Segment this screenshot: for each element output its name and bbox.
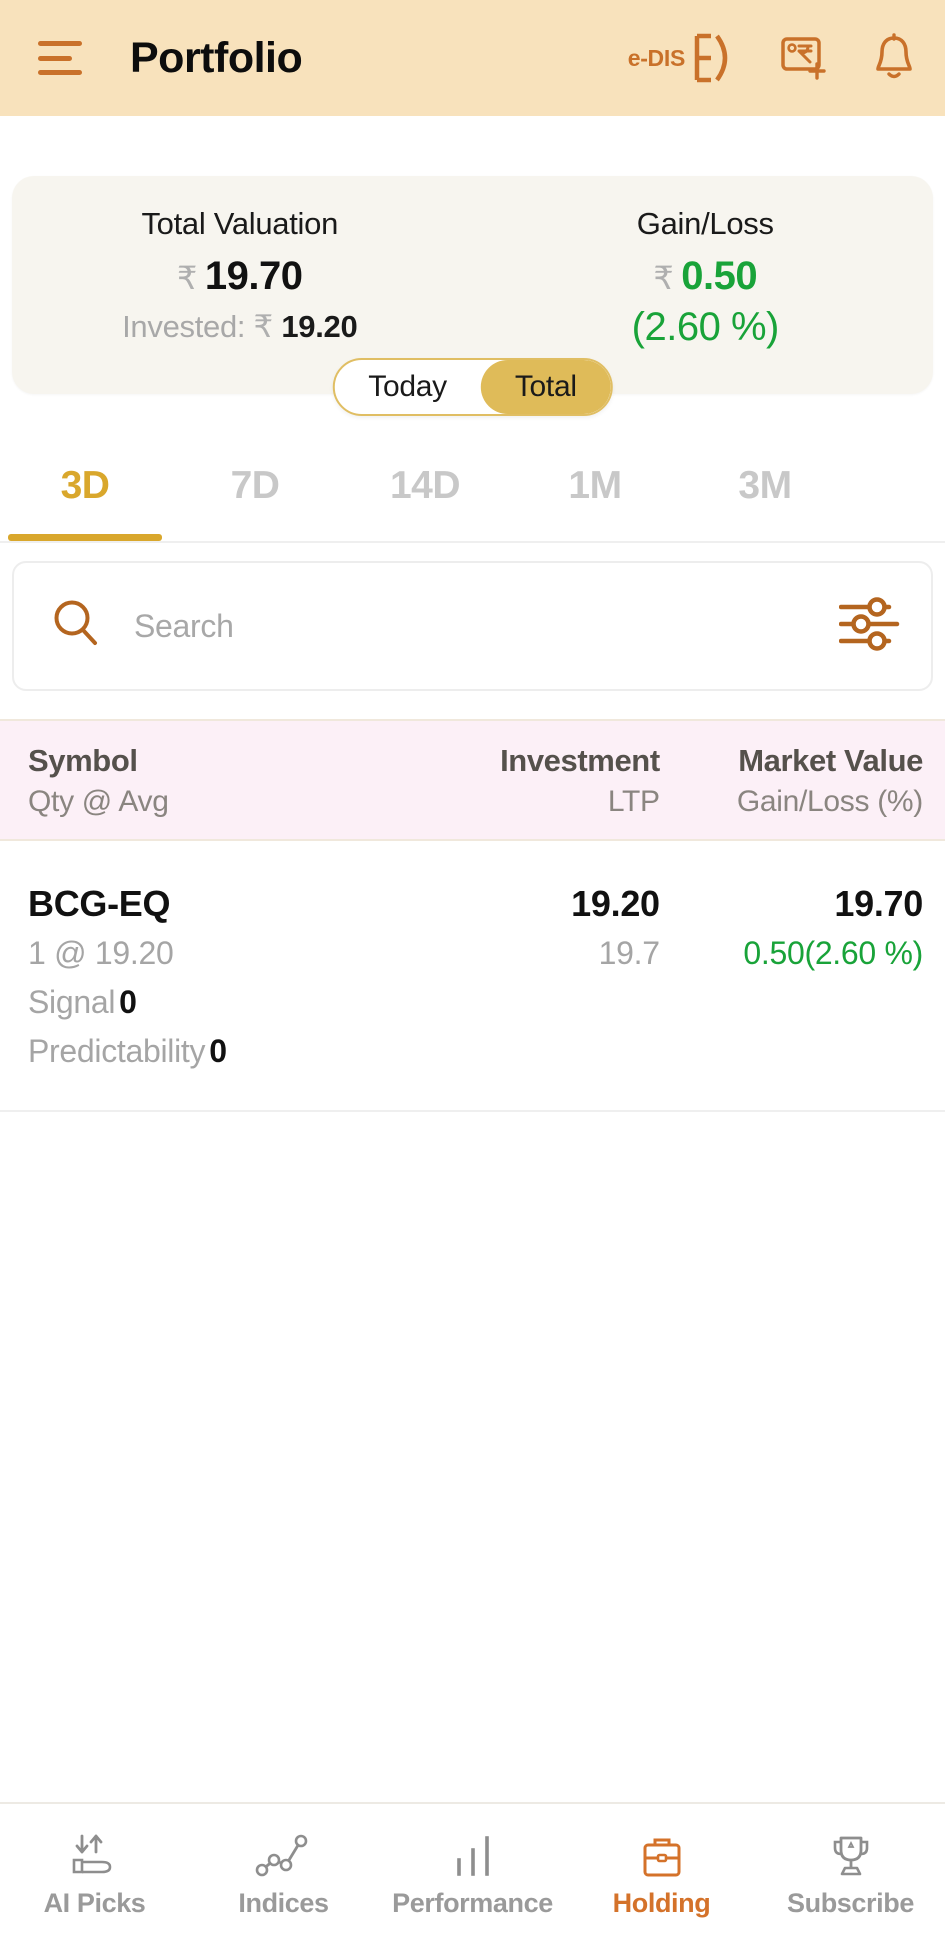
rupee-symbol: ₹: [177, 260, 197, 296]
row-symbol: BCG-EQ: [28, 883, 171, 924]
notification-bell-icon[interactable]: [871, 33, 917, 83]
portfolio-summary-card: Total Valuation ₹19.70 Invested: ₹ 19.20…: [12, 176, 934, 416]
total-valuation-block: Total Valuation ₹19.70 Invested: ₹ 19.20: [12, 206, 478, 350]
gain-loss-label: Gain/Loss: [636, 206, 774, 241]
gain-loss-percent: (2.60 %): [631, 305, 780, 349]
hamburger-menu-icon[interactable]: [38, 41, 82, 75]
page-title: Portfolio: [130, 33, 303, 82]
subscribe-trophy-icon: [827, 1832, 875, 1880]
row-market-value: 19.70: [834, 883, 923, 924]
nav-label-holding: Holding: [612, 1888, 711, 1918]
performance-bar-chart-icon: [449, 1832, 497, 1880]
nav-item-indices[interactable]: Indices: [189, 1804, 378, 1937]
header-actions: e-DIS: [628, 32, 917, 84]
invested-amount: 19.20: [281, 309, 358, 344]
invested-label: Invested:: [122, 309, 246, 344]
summary-section: Total Valuation ₹19.70 Invested: ₹ 19.20…: [0, 116, 945, 416]
nav-item-performance[interactable]: Performance: [378, 1804, 567, 1937]
column-market-value-label: Market Value: [738, 743, 923, 778]
row-predictability-label: Predictability: [28, 1033, 206, 1069]
indices-line-chart-icon: [255, 1832, 313, 1880]
edis-bracket-icon: [691, 32, 737, 84]
tab-3d[interactable]: 3D: [0, 430, 170, 541]
table-row[interactable]: BCG-EQ 1 @ 19.20 Signal 0 Predictability 0…: [0, 841, 945, 1112]
nav-item-ai-picks[interactable]: AI Picks: [0, 1804, 189, 1937]
row-investment-cell: 19.20 19.7: [409, 883, 660, 1070]
nav-label-ai-picks: AI Picks: [43, 1888, 146, 1918]
column-market-value-sublabel: Gain/Loss (%): [736, 785, 923, 818]
row-predictability-value: 0: [209, 1033, 227, 1069]
row-predictability: Predictability 0: [28, 1033, 227, 1070]
row-ltp: 19.7: [598, 935, 660, 971]
nav-item-subscribe[interactable]: Subscribe: [756, 1804, 945, 1937]
rupee-symbol: ₹: [653, 260, 674, 296]
gain-loss-block: Gain/Loss ₹0.50 (2.60 %): [478, 206, 934, 350]
add-funds-rupee-icon[interactable]: [779, 34, 829, 82]
row-qty-at-avg: 1 @ 19.20: [28, 935, 174, 971]
tab-1m[interactable]: 1M: [510, 430, 680, 541]
row-signal: Signal 0: [28, 984, 137, 1021]
search-section: [0, 543, 945, 691]
search-box[interactable]: [12, 561, 933, 691]
row-symbol-cell: BCG-EQ 1 @ 19.20 Signal 0 Predictability 0: [28, 883, 409, 1070]
total-valuation-value: ₹19.70: [12, 254, 468, 299]
column-symbol-sublabel: Qty @ Avg: [28, 785, 169, 818]
tab-14d[interactable]: 14D: [340, 430, 510, 541]
total-valuation-amount: 19.70: [204, 254, 303, 298]
gain-loss-amount: 0.50: [681, 254, 758, 298]
rupee-symbol: ₹: [253, 309, 274, 344]
holdings-list: BCG-EQ 1 @ 19.20 Signal 0 Predictability 0…: [0, 841, 945, 1112]
hamburger-line: [38, 70, 82, 75]
edis-button[interactable]: e-DIS: [628, 32, 737, 84]
edis-label: e-DIS: [627, 44, 686, 71]
nav-label-indices: Indices: [238, 1888, 329, 1918]
nav-label-performance: Performance: [392, 1888, 553, 1918]
toggle-option-total[interactable]: Total: [480, 360, 611, 414]
search-input[interactable]: [134, 607, 839, 645]
nav-label-subscribe: Subscribe: [787, 1888, 914, 1918]
column-investment-label: Investment: [500, 743, 660, 778]
column-symbol[interactable]: Symbol Qty @ Avg: [28, 743, 409, 819]
hamburger-line: [38, 55, 72, 61]
row-market-value-cell: 19.70 0.50(2.60 %): [660, 883, 923, 1070]
holdings-table-header: Symbol Qty @ Avg Investment LTP Market V…: [0, 719, 945, 841]
row-signal-label: Signal: [28, 984, 116, 1020]
row-investment: 19.20: [571, 883, 660, 924]
row-signal-value: 0: [119, 984, 137, 1020]
hamburger-line: [38, 41, 82, 46]
column-investment-sublabel: LTP: [607, 785, 660, 818]
row-gain-loss: 0.50(2.60 %): [743, 935, 923, 971]
column-investment[interactable]: Investment LTP: [409, 743, 660, 819]
gain-loss-value: ₹0.50: [478, 254, 934, 299]
app-header: Portfolio e-DIS: [0, 0, 945, 116]
filter-sliders-icon[interactable]: [838, 595, 901, 658]
period-scope-toggle[interactable]: Today Total: [332, 358, 613, 416]
invested-row: Invested: ₹ 19.20: [12, 309, 468, 345]
ai-picks-hand-arrows-icon: [68, 1832, 122, 1880]
tab-3m[interactable]: 3M: [680, 430, 850, 541]
search-icon: [48, 596, 104, 657]
toggle-option-today[interactable]: Today: [334, 360, 481, 414]
holding-briefcase-icon: [636, 1832, 688, 1880]
column-symbol-label: Symbol: [28, 743, 138, 778]
column-market-value[interactable]: Market Value Gain/Loss (%): [660, 743, 924, 819]
nav-item-holding[interactable]: Holding: [567, 1804, 756, 1937]
total-valuation-label: Total Valuation: [141, 206, 339, 241]
bottom-navigation: AI Picks Indices Performance Holding Sub…: [0, 1802, 945, 1937]
tab-7d[interactable]: 7D: [170, 430, 340, 541]
period-tabs: 3D 7D 14D 1M 3M: [0, 430, 945, 543]
